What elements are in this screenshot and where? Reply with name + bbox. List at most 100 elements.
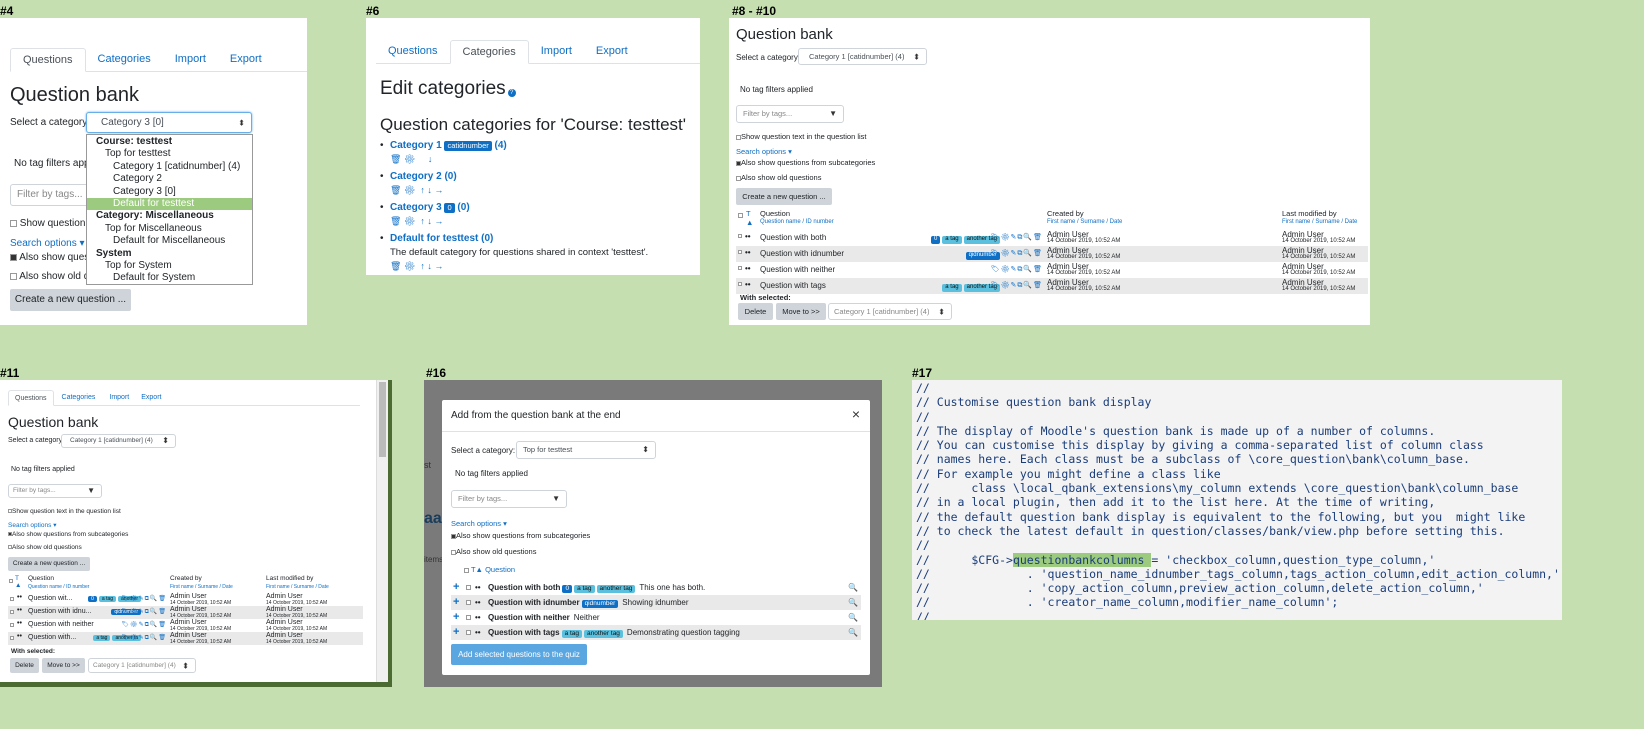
dropdown-option[interactable]: Default for testtest (87, 197, 252, 211)
preview-icon[interactable]: 🔍 (848, 595, 858, 610)
row-checkbox[interactable] (10, 623, 14, 627)
dropdown-option[interactable]: Default for System (87, 272, 252, 284)
also-old-option[interactable]: Also show old questions (8, 544, 82, 551)
dropdown-option[interactable]: Default for Miscellaneous (87, 235, 252, 247)
show-question-text-option[interactable]: Show question text in the question list (8, 508, 121, 515)
category-link[interactable]: Default for testtest (0) (390, 233, 493, 244)
move-button[interactable]: Move to >> (776, 303, 826, 320)
select-all-checkbox[interactable] (9, 579, 13, 583)
tab-import[interactable]: Import (529, 40, 584, 63)
select-all-checkbox[interactable] (738, 213, 743, 218)
tab-export[interactable]: Export (584, 40, 640, 63)
scrollbar-thumb[interactable] (379, 382, 386, 457)
row-checkbox[interactable] (466, 585, 471, 590)
table-row[interactable]: •• Question with both 0 a tag another tag 🏷⚙✎… (736, 230, 1368, 246)
dropdown-option[interactable]: System (87, 248, 252, 260)
table-row[interactable]: + •• Question with idnumber qidnumber Showin… (451, 595, 861, 610)
table-row[interactable]: •• Question wit... 0 a tag another 🏷⚙✎⧉🔍🗑 Admi… (8, 593, 363, 606)
also-sub-option[interactable]: Also show questions from subcategories (451, 531, 590, 540)
preview-icon[interactable]: 🔍 (848, 580, 858, 595)
search-options-link[interactable]: Search options ▾ (8, 521, 56, 529)
checkbox-checked[interactable] (10, 253, 17, 261)
tab-questions[interactable]: Questions (10, 48, 86, 72)
select-all-checkbox[interactable] (464, 567, 469, 573)
row-checkbox[interactable] (10, 636, 14, 640)
show-question-text-option[interactable]: Show question t (10, 218, 91, 229)
delete-button[interactable]: Delete (10, 658, 39, 673)
preview-icon[interactable]: 🔍 (848, 610, 858, 625)
tag-filter-input[interactable]: Filter by tags... ▼ (451, 490, 567, 508)
row-actions[interactable]: 🏷⚙✎⧉🔍🗑 (991, 281, 1043, 290)
dropdown-option[interactable]: Category 3 [0] (87, 186, 252, 198)
scrollbar[interactable] (376, 380, 388, 682)
add-icon[interactable]: + (453, 610, 459, 625)
tab-export[interactable]: Export (218, 48, 274, 71)
row-checkbox[interactable] (738, 282, 742, 286)
category-select[interactable]: Category 1 [catidnumber] (4) ⬍ (61, 434, 176, 448)
dropdown-option[interactable]: Category 1 [catidnumber] (4) (87, 161, 252, 173)
close-icon[interactable]: × (852, 406, 860, 422)
also-old-option[interactable]: Also show old questions (736, 173, 821, 182)
table-row[interactable]: + •• Question with both 0 a tag another tag Th… (451, 580, 861, 595)
table-row[interactable]: •• Question with neither 🏷⚙✎⧉🔍🗑 Admin User 1… (8, 619, 363, 632)
also-old-option[interactable]: Also show old q (10, 271, 89, 282)
category-actions[interactable]: 🗑 ⚙ ↑ ↓ → (390, 261, 695, 272)
search-options-link[interactable]: Search options ▾ (10, 238, 85, 249)
category-actions[interactable]: 🗑 ⚙ ↑ ↓ → (390, 185, 695, 196)
sort-type-link[interactable]: T▲ (746, 209, 753, 227)
table-row[interactable]: •• Question with tags a tag another tag 🏷⚙✎⧉… (736, 278, 1368, 294)
row-checkbox[interactable] (738, 234, 742, 238)
col-created-sort[interactable]: First name / Surname / Date (1047, 219, 1122, 225)
tab-export[interactable]: Export (135, 390, 167, 405)
add-icon[interactable]: + (453, 625, 459, 640)
move-target-select[interactable]: Category 1 [catidnumber] (4) ⬍ (828, 303, 952, 320)
row-checkbox[interactable] (466, 600, 471, 605)
table-row[interactable]: •• Question with... a tag another ta 🏷⚙✎⧉🔍🗑 A… (8, 632, 363, 645)
tag-filter-input[interactable]: Filter by tags... ▼ (736, 105, 844, 123)
table-row[interactable]: + •• Question with tags a tag another tag Dem… (451, 625, 861, 640)
category-select[interactable]: Category 3 [0] ⬍ (86, 112, 252, 133)
row-actions[interactable]: 🏷⚙✎⧉🔍🗑 (991, 249, 1043, 258)
add-icon[interactable]: + (453, 595, 459, 610)
row-actions[interactable]: 🏷⚙✎⧉🔍🗑 (121, 634, 167, 642)
row-actions[interactable]: 🏷⚙✎⧉🔍🗑 (991, 233, 1043, 242)
tab-questions[interactable]: Questions (8, 390, 54, 406)
dropdown-option[interactable]: Top for System (87, 260, 252, 272)
dropdown-option[interactable]: Category 2 (87, 173, 252, 185)
table-row[interactable]: •• Question with idnumber qidnumber 🏷⚙✎⧉🔍🗑 A… (736, 246, 1368, 262)
search-options-link[interactable]: Search options ▾ (451, 519, 507, 528)
table-row[interactable]: •• Question with neither 🏷⚙✎⧉🔍🗑 Admin User 1… (736, 262, 1368, 278)
col-modified-sort[interactable]: First name / Surname / Date (266, 584, 329, 590)
also-old-option[interactable]: Also show old questions (451, 547, 536, 556)
search-options-link[interactable]: Search options ▾ (736, 147, 792, 156)
move-button[interactable]: Move to >> (42, 658, 85, 673)
tab-questions[interactable]: Questions (376, 40, 450, 63)
col-question-sort[interactable]: Question name / ID number (28, 584, 89, 590)
preview-icon[interactable]: 🔍 (848, 625, 858, 640)
category-select[interactable]: Category 1 [catidnumber] (4) ⬍ (798, 48, 927, 65)
row-actions[interactable]: 🏷⚙✎⧉🔍🗑 (121, 621, 167, 629)
also-sub-option[interactable]: Also show questions from subcategories (736, 158, 875, 167)
col-modified-sort[interactable]: First name / Surname / Date (1282, 219, 1357, 225)
row-actions[interactable]: 🏷⚙✎⧉🔍🗑 (121, 608, 167, 616)
category-select[interactable]: Top for testtest ⬍ (516, 441, 656, 459)
row-checkbox[interactable] (466, 615, 471, 620)
category-link[interactable]: Category 2 (0) (390, 171, 457, 182)
tab-import[interactable]: Import (163, 48, 218, 71)
move-target-select[interactable]: Category 1 [catidnumber] (4) ⬍ (88, 658, 196, 673)
row-actions[interactable]: 🏷⚙✎⧉🔍🗑 (991, 265, 1043, 274)
show-question-text-option[interactable]: Show question text in the question list (736, 132, 867, 141)
row-checkbox[interactable] (10, 597, 14, 601)
dropdown-option[interactable]: Top for testtest (87, 148, 252, 160)
row-checkbox[interactable] (10, 610, 14, 614)
tab-categories[interactable]: Categories (86, 48, 163, 71)
tab-import[interactable]: Import (103, 390, 135, 405)
add-selected-button[interactable]: Add selected questions to the quiz (451, 644, 587, 665)
dropdown-option[interactable]: Top for Miscellaneous (87, 223, 252, 235)
checkbox[interactable] (10, 219, 17, 227)
dropdown-option[interactable]: Category: Miscellaneous (87, 210, 252, 222)
sort-type-link[interactable]: T▲ (15, 575, 21, 589)
create-question-button[interactable]: Create a new question ... (736, 188, 832, 205)
row-checkbox[interactable] (738, 266, 742, 270)
tab-categories[interactable]: Categories (449, 40, 529, 64)
